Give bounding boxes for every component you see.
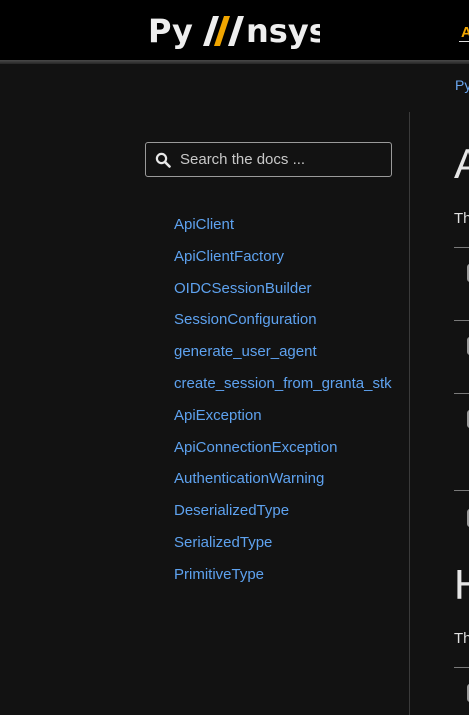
table-row-divider	[454, 667, 469, 668]
sidebar-item-authenticationwarning[interactable]: AuthenticationWarning	[174, 468, 392, 500]
navbar-bottom-border	[0, 60, 469, 64]
sidebar-item-apiclientfactory[interactable]: ApiClientFactory	[174, 246, 392, 278]
top-navbar: Py nsys A	[0, 0, 469, 60]
navbar-link-partial[interactable]: A	[459, 24, 469, 42]
section-paragraph: Th	[454, 630, 469, 647]
search-box[interactable]	[145, 142, 392, 177]
page-title: A	[454, 140, 469, 187]
table-row-divider	[454, 490, 469, 491]
logo-text-nsys: nsys	[246, 12, 320, 50]
sidebar-item-apiconnectionexception[interactable]: ApiConnectionException	[174, 437, 392, 469]
intro-paragraph: Th	[454, 210, 469, 227]
sidebar-item-sessionconfiguration[interactable]: SessionConfiguration	[174, 309, 392, 341]
table-row-divider	[454, 393, 469, 394]
navbar-active-underline	[459, 41, 469, 42]
sidebar-nav: ApiClient ApiClientFactory OIDCSessionBu…	[174, 214, 392, 596]
sidebar-item-oidcsessionbuilder[interactable]: OIDCSessionBuilder	[174, 278, 392, 310]
main-content: A Th H Th	[410, 64, 469, 715]
sidebar-item-generate-user-agent[interactable]: generate_user_agent	[174, 341, 392, 373]
table-row-divider	[454, 320, 469, 321]
search-icon	[155, 152, 171, 168]
sidebar-item-serializedtype[interactable]: SerializedType	[174, 532, 392, 564]
sidebar-item-create-session-from-granta-stk[interactable]: create_session_from_granta_stk	[174, 373, 392, 405]
section-heading: H	[454, 564, 469, 606]
sidebar-item-apiclient[interactable]: ApiClient	[174, 214, 392, 246]
logo-a-stroke	[228, 16, 244, 46]
pyansys-logo[interactable]: Py nsys	[148, 12, 320, 50]
logo-text-py: Py	[148, 12, 193, 50]
search-input[interactable]	[180, 143, 385, 176]
navbar-link-label: A	[461, 24, 469, 41]
sidebar-item-apiexception[interactable]: ApiException	[174, 405, 392, 437]
sidebar-item-deserializedtype[interactable]: DeserializedType	[174, 500, 392, 532]
table-row-divider	[454, 247, 469, 248]
sidebar-item-primitivetype[interactable]: PrimitiveType	[174, 564, 392, 596]
